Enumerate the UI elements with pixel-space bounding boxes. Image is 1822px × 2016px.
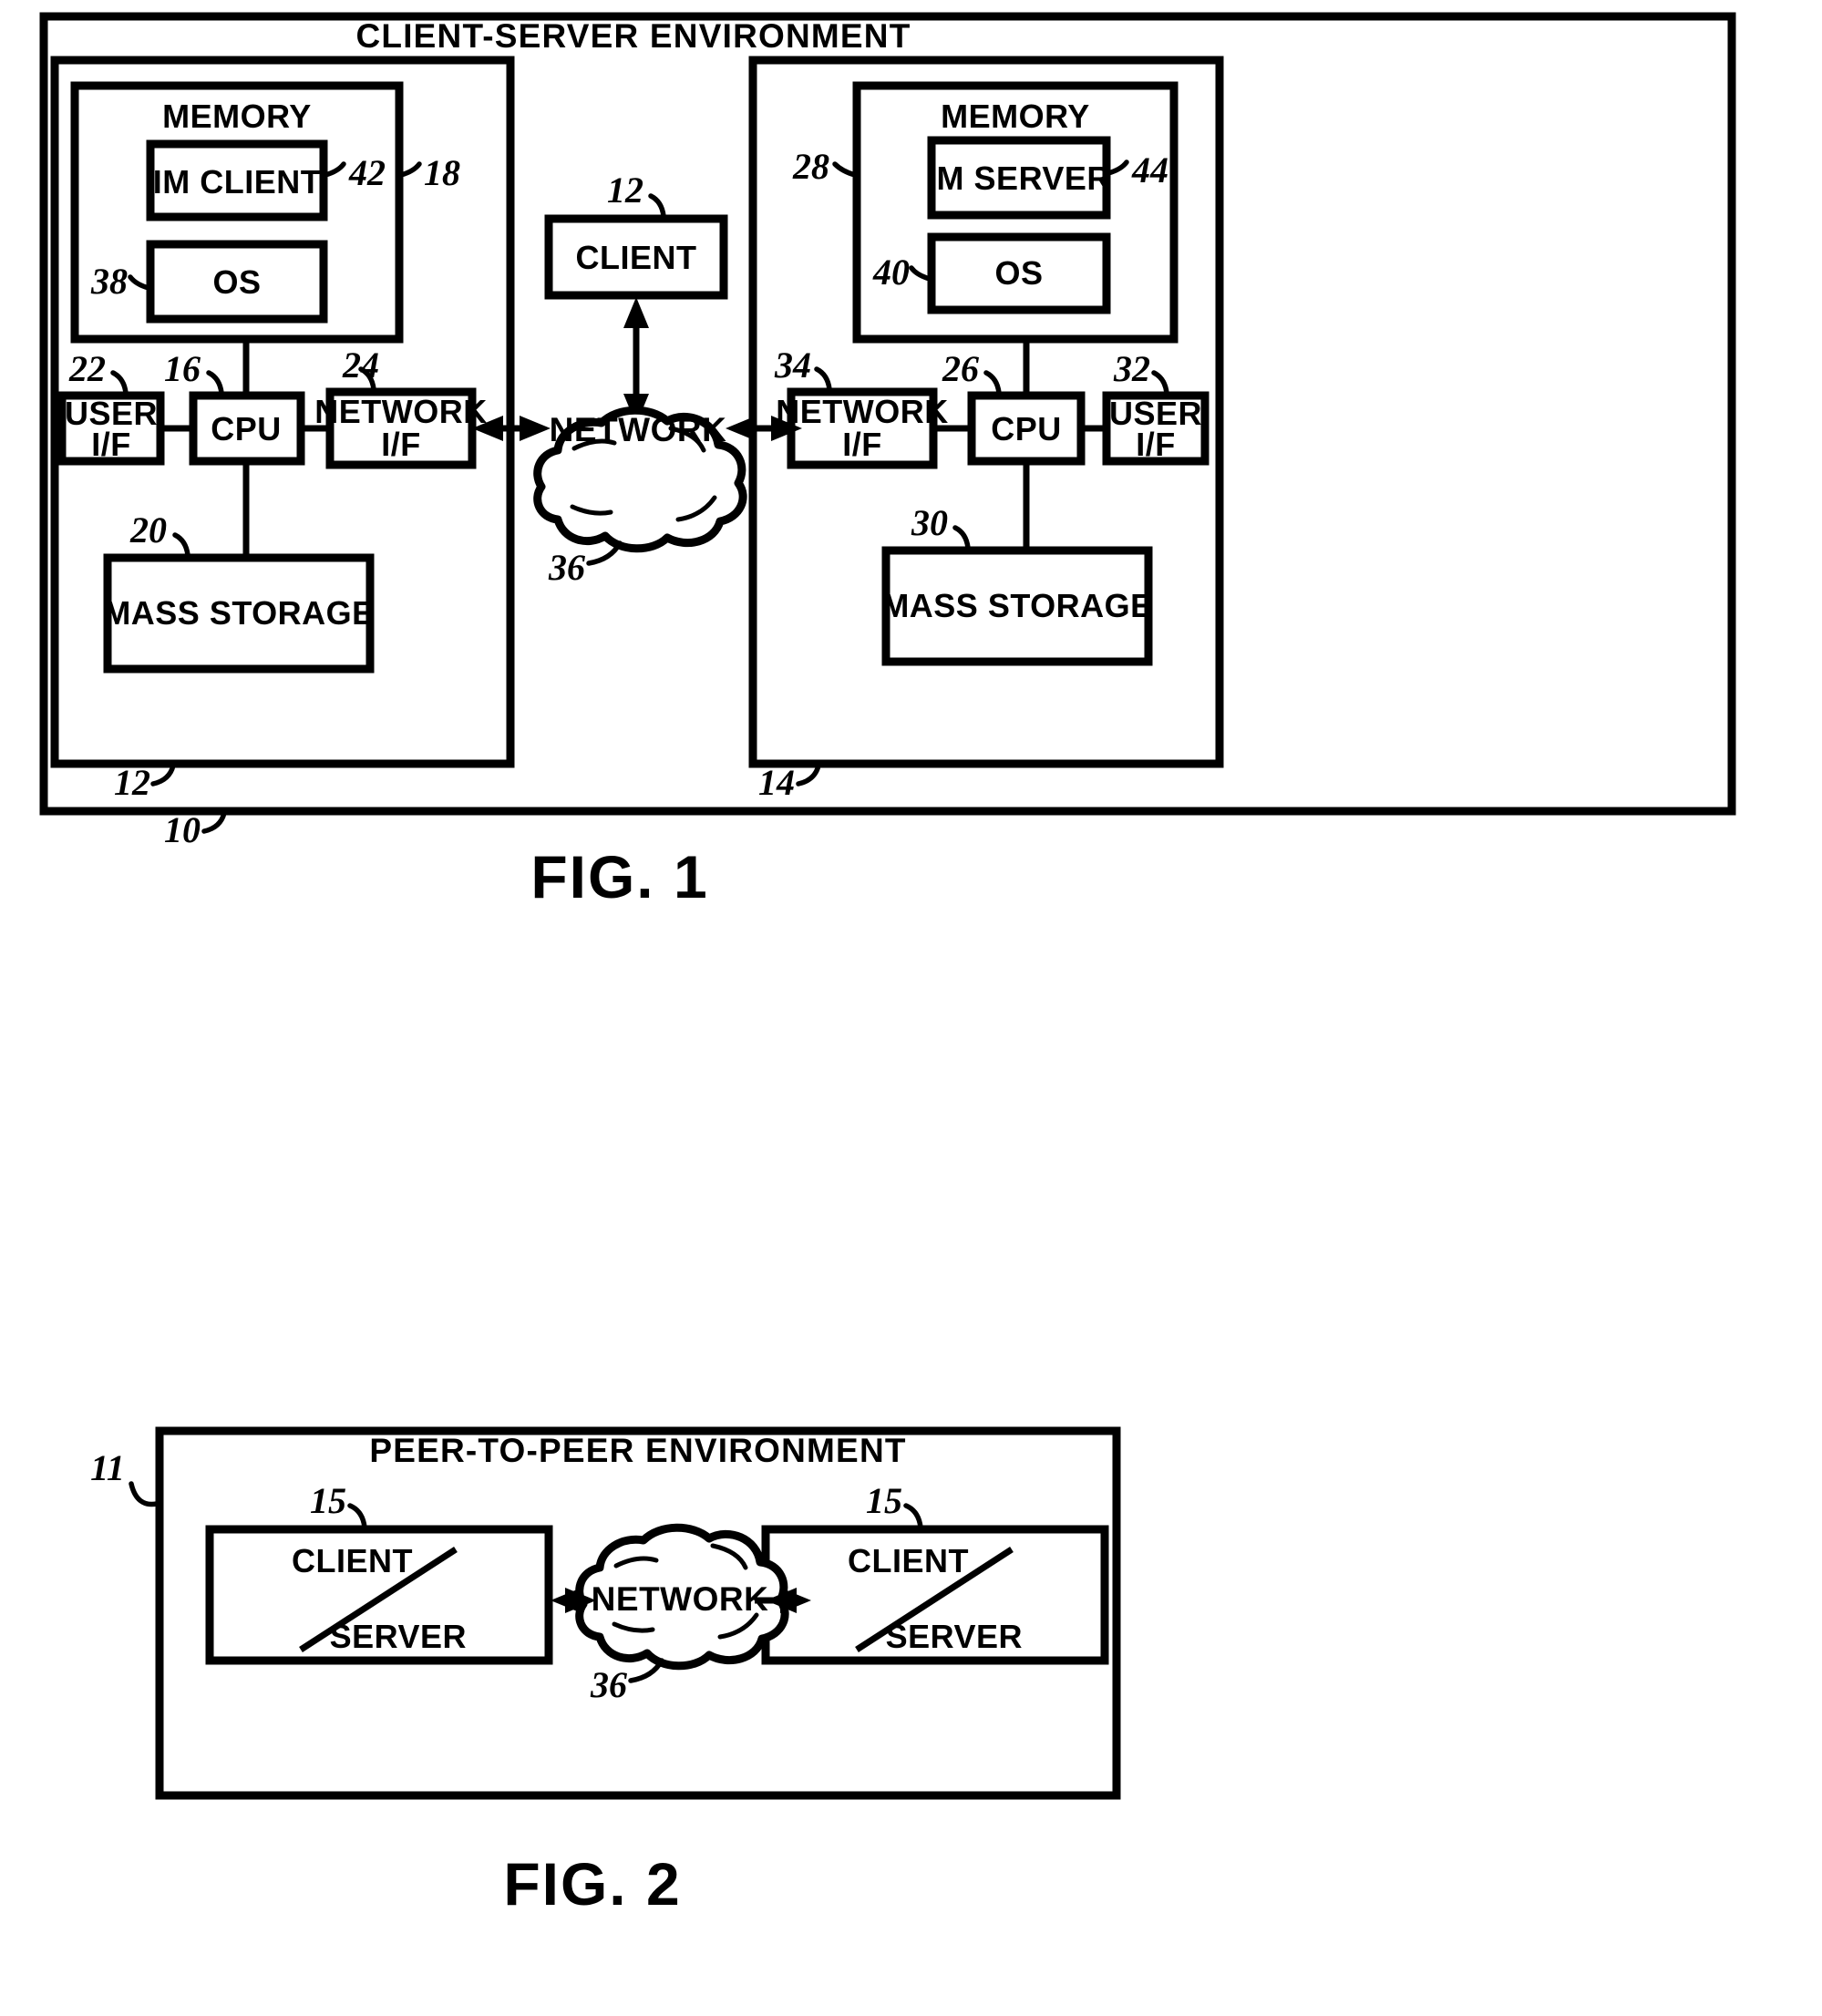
peer-left-server-label: SERVER xyxy=(330,1618,467,1655)
ref-42-leader xyxy=(323,161,346,178)
fig2-title: PEER-TO-PEER ENVIRONMENT xyxy=(369,1432,906,1469)
fig2-caption: FIG. 2 xyxy=(503,1850,681,1918)
im-client-label: IM CLIENT xyxy=(153,163,321,201)
server-cpu-label: CPU xyxy=(991,410,1062,447)
ref-11-leader xyxy=(129,1481,160,1507)
ref-36-leader-fig1 xyxy=(586,540,623,566)
ref-22-leader xyxy=(110,370,129,396)
arrow-up-client-node xyxy=(623,297,649,328)
fig1-title: CLIENT-SERVER ENVIRONMENT xyxy=(355,17,911,55)
server-network-if-label-2: I/F xyxy=(842,426,882,463)
ref-20-leader xyxy=(172,532,190,558)
ref-40-leader xyxy=(909,265,932,282)
ref-38-leader xyxy=(128,274,151,291)
ref-11: 11 xyxy=(90,1447,125,1488)
peer-left-client-label: CLIENT xyxy=(292,1542,413,1579)
server-user-if-label-2: I/F xyxy=(1136,426,1176,463)
arrow-right-cloud-left xyxy=(520,416,551,441)
network-cloud-label-fig1: NETWORK xyxy=(550,411,727,448)
ref-24: 24 xyxy=(342,345,379,386)
ref-10-leader xyxy=(201,810,227,834)
ref-28-leader xyxy=(832,161,858,178)
client-network-if-label-2: I/F xyxy=(381,426,421,463)
client-os-label: OS xyxy=(212,263,261,301)
ref-36-fig1: 36 xyxy=(548,547,585,588)
ref-15-right: 15 xyxy=(866,1480,902,1521)
client-cpu-label: CPU xyxy=(211,410,282,447)
ref-10: 10 xyxy=(164,809,201,850)
ref-30: 30 xyxy=(911,502,948,543)
figure-canvas: CLIENT-SERVER ENVIRONMENT MEMORY IM CLIE… xyxy=(39,12,1736,1918)
ref-32: 32 xyxy=(1113,348,1150,389)
ref-20: 20 xyxy=(129,509,167,550)
im-server-label: IM SERVER xyxy=(927,159,1111,197)
ref-16-leader xyxy=(206,370,224,396)
ref-32-leader xyxy=(1151,370,1169,396)
patent-drawing-sheet: CLIENT-SERVER ENVIRONMENT MEMORY IM CLIE… xyxy=(0,0,1822,2016)
ref-16: 16 xyxy=(164,348,201,389)
ref-34: 34 xyxy=(774,345,811,386)
ref-14-leader xyxy=(796,763,821,787)
server-mass-storage-label: MASS STORAGE xyxy=(881,587,1152,624)
ref-12-client: 12 xyxy=(114,762,150,803)
figure-2: PEER-TO-PEER ENVIRONMENT 11 CLIENT SERVE… xyxy=(90,1426,1121,1918)
ref-12-node: 12 xyxy=(607,170,643,211)
ref-40: 40 xyxy=(872,252,910,293)
ref-44: 44 xyxy=(1131,149,1168,190)
peer-right-client-label: CLIENT xyxy=(848,1542,969,1579)
ref-36-fig2: 36 xyxy=(590,1664,627,1705)
client-mass-storage-label: MASS STORAGE xyxy=(103,594,374,632)
ref-38: 38 xyxy=(90,261,128,302)
fig1-caption: FIG. 1 xyxy=(530,843,708,910)
client-user-if-label-2: I/F xyxy=(91,426,131,463)
client-network-if-label-1: NETWORK xyxy=(314,393,487,430)
ref-44-leader xyxy=(1106,159,1129,176)
server-os-label: OS xyxy=(994,254,1043,292)
ref-15-left: 15 xyxy=(310,1480,346,1521)
ref-18: 18 xyxy=(424,152,460,193)
ref-30-leader xyxy=(952,525,971,550)
ref-26-leader xyxy=(983,370,1002,396)
client-node-label: CLIENT xyxy=(576,239,697,276)
ref-22: 22 xyxy=(68,348,106,389)
ref-12-node-leader xyxy=(648,193,666,219)
ref-26: 26 xyxy=(942,348,979,389)
ref-34-leader xyxy=(814,366,832,392)
ref-36-leader-fig2 xyxy=(628,1658,664,1683)
ref-15-right-leader xyxy=(903,1503,923,1530)
client-memory-label: MEMORY xyxy=(162,98,312,135)
ref-28: 28 xyxy=(792,146,829,187)
ref-42: 42 xyxy=(348,152,386,193)
ref-14: 14 xyxy=(758,762,795,803)
server-memory-label: MEMORY xyxy=(941,98,1090,135)
peer-right-server-label: SERVER xyxy=(886,1618,1023,1655)
ref-18-leader xyxy=(398,161,422,178)
server-network-if-label-1: NETWORK xyxy=(776,393,948,430)
network-cloud-label-fig2: NETWORK xyxy=(592,1580,769,1618)
ref-12-client-leader xyxy=(150,763,176,787)
figure-1: CLIENT-SERVER ENVIRONMENT MEMORY IM CLIE… xyxy=(39,12,1736,910)
ref-15-left-leader xyxy=(347,1503,367,1530)
